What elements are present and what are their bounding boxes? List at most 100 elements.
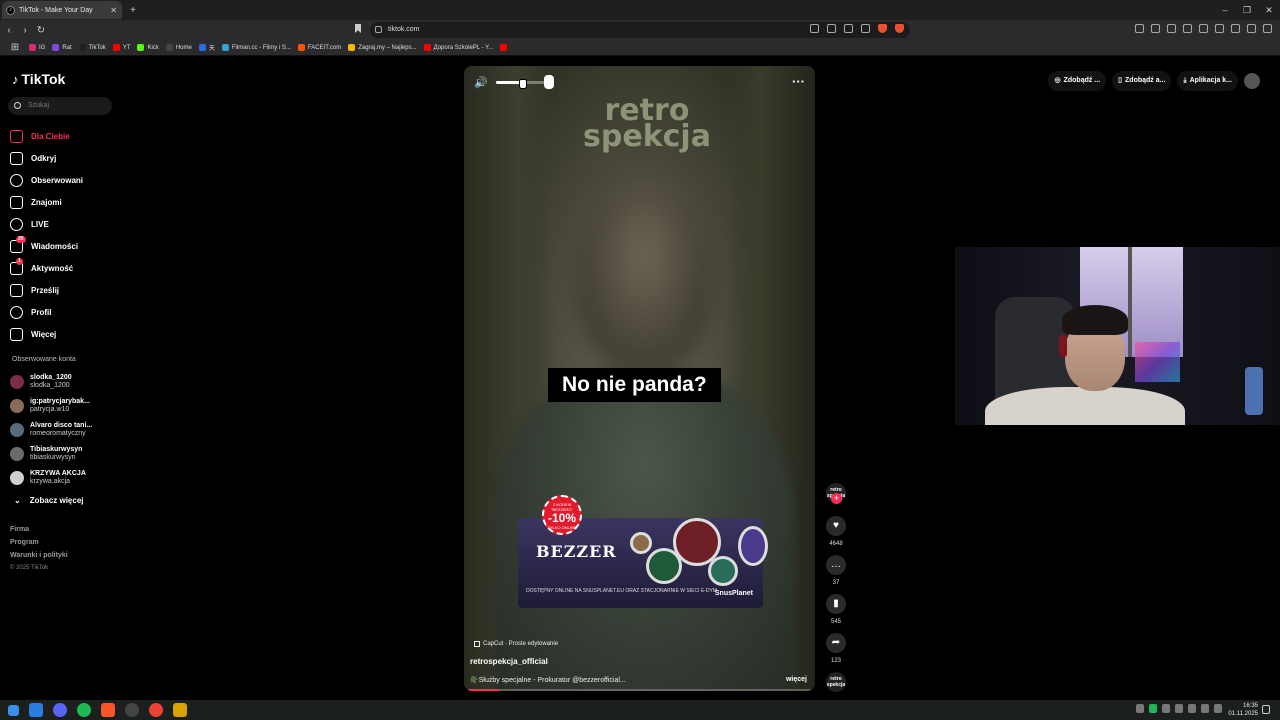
footer-link-program[interactable]: Program — [10, 539, 68, 552]
menu-icon[interactable] — [1263, 24, 1272, 33]
followed-account[interactable]: ig:patrycjarybak... patrycja.w10 — [10, 394, 92, 418]
nav-item[interactable]: LIVE — [10, 213, 83, 235]
see-more-button[interactable]: ⌄ Zobacz więcej — [14, 490, 92, 510]
followed-account[interactable]: Alvaro disco tani... romeoromatyczny — [10, 418, 92, 442]
like-button[interactable]: ♥ 4648 — [825, 516, 847, 547]
extension-icon[interactable] — [1151, 24, 1160, 33]
extension-icon[interactable] — [1231, 24, 1240, 33]
nav-item[interactable]: Odkryj — [10, 147, 83, 169]
close-tab-icon[interactable]: ✕ — [110, 6, 117, 15]
bookmark-label: 天 — [208, 46, 215, 52]
followed-account[interactable]: Tibiaskurwysyn tibiaskurwysyn — [10, 442, 92, 466]
share-icon[interactable] — [861, 24, 870, 33]
nav-item[interactable]: Profil — [10, 301, 83, 323]
tray-chevron-icon[interactable] — [1136, 704, 1144, 713]
follow-plus-icon[interactable]: + — [831, 493, 842, 504]
tray-app-icon[interactable] — [1162, 704, 1170, 713]
translate-icon[interactable] — [844, 24, 853, 33]
read-aloud-icon[interactable] — [810, 24, 819, 33]
bookmark-item[interactable]: Дорога SzkolePL - Y... — [423, 44, 493, 51]
restore-icon[interactable]: ❐ — [1236, 0, 1258, 20]
more-description-link[interactable]: więcej — [786, 676, 807, 683]
music-disc-avatar[interactable]: retro spekcja — [826, 672, 846, 692]
notifications-icon[interactable] — [1262, 705, 1270, 714]
nav-item[interactable]: 1 Aktywność — [10, 257, 83, 279]
new-tab-icon[interactable]: + — [130, 5, 136, 16]
reload-icon[interactable]: ↻ — [34, 25, 48, 36]
webcam-person-shirt — [985, 387, 1185, 425]
brave-browser-icon[interactable] — [101, 703, 115, 717]
comment-button[interactable]: … 37 — [825, 555, 847, 586]
bookmark-item[interactable]: FACEIT.com — [297, 44, 341, 51]
capcut-link[interactable]: CapCut · Proste edytowanie — [474, 641, 558, 647]
site-info-icon[interactable] — [375, 26, 382, 33]
bookmark-item[interactable]: 天 — [198, 43, 215, 52]
tray-app-icon[interactable] — [1175, 704, 1183, 713]
taskbar-app-icon[interactable] — [29, 703, 43, 717]
apps-grid-icon[interactable]: ⊞ — [8, 42, 22, 53]
bookmark-item[interactable]: YT — [112, 44, 130, 51]
save-button[interactable]: ▮ 545 — [825, 594, 847, 625]
extension-icon[interactable] — [1167, 24, 1176, 33]
extension-icon[interactable] — [1215, 24, 1224, 33]
nav-item[interactable]: Więcej — [10, 323, 83, 345]
obs-icon[interactable] — [125, 703, 139, 717]
spotify-icon[interactable] — [77, 703, 91, 717]
bookmark-item[interactable]: Zagraj.my – Najleps... — [348, 44, 417, 51]
more-options-icon[interactable]: ··· — [792, 74, 805, 89]
speaker-icon[interactable] — [1214, 704, 1222, 713]
taskbar-clock[interactable]: 16:35 01.11.2025 — [1228, 702, 1258, 718]
nav-item[interactable]: Obserwowani — [10, 169, 83, 191]
bookmark-item[interactable]: IG — [29, 44, 45, 51]
video-progress-fill — [468, 689, 499, 691]
brave-shields-icon[interactable] — [878, 24, 887, 33]
followed-account[interactable]: KRZYWA AKCJA krzywa.akcja — [10, 466, 92, 490]
extension-icon[interactable] — [1247, 24, 1256, 33]
extension-icon[interactable] — [1199, 24, 1208, 33]
bookmark-label: Kick — [147, 44, 159, 51]
get-coins-button[interactable]: ◎ Zdobądź ... — [1048, 71, 1107, 91]
search-input[interactable]: Szukaj — [8, 97, 112, 115]
webcam-person-hair — [1062, 305, 1128, 335]
nav-item[interactable]: 26 Wiadomości — [10, 235, 83, 257]
bookmark-item[interactable] — [500, 44, 510, 51]
bookmark-item[interactable]: Kick — [137, 44, 159, 51]
video-author[interactable]: retrospekcja_official — [470, 657, 548, 666]
share-button[interactable]: ➦ 123 — [825, 633, 847, 664]
bookmark-favicon-icon — [52, 44, 60, 51]
bookmark-item[interactable]: Home — [165, 44, 192, 51]
back-icon[interactable]: ‹ — [2, 25, 16, 36]
browser-tab[interactable]: ♪ TikTok - Make Your Day ✕ — [2, 1, 122, 19]
taskbar-app-icon[interactable] — [173, 703, 187, 717]
minimize-icon[interactable]: – — [1214, 0, 1236, 20]
user-avatar[interactable] — [1244, 73, 1260, 89]
get-app-button[interactable]: ▯ Zdobądź a... — [1112, 71, 1172, 91]
tiktok-logo[interactable]: ♪ TikTok — [12, 71, 65, 87]
nav-item[interactable]: Prześlij — [10, 279, 83, 301]
footer-link-terms[interactable]: Warunki i polityki — [10, 552, 68, 565]
volume-icon[interactable]: 🔊 — [474, 76, 494, 89]
bookmark-item[interactable]: TikTok — [78, 44, 106, 51]
video-player[interactable]: retro spekcja 🔊 ··· No nie panda? BEZZER… — [464, 66, 815, 691]
volume-slider-thumb[interactable] — [544, 75, 554, 89]
video-progress-bar[interactable] — [468, 689, 811, 691]
footer-link-company[interactable]: Firma — [10, 526, 68, 539]
extension-icon[interactable] — [1135, 24, 1144, 33]
extension-icon[interactable] — [1183, 24, 1192, 33]
desktop-app-button[interactable]: ⤓ Aplikacja k... — [1177, 71, 1238, 91]
forward-icon[interactable]: › — [18, 25, 32, 36]
brave-rewards-icon[interactable] — [895, 24, 904, 33]
close-window-icon[interactable]: ✕ — [1258, 0, 1280, 20]
network-icon[interactable] — [1201, 704, 1209, 713]
tray-app-icon[interactable] — [1188, 704, 1196, 713]
bookmark-item[interactable]: Filman.cc - Filmy i S... — [221, 44, 291, 51]
windows-start-icon[interactable] — [8, 704, 19, 716]
nav-item[interactable]: Dla Ciebie — [10, 125, 83, 147]
bookmark-item[interactable]: Rat — [52, 44, 72, 51]
nav-item[interactable]: Znajomi — [10, 191, 83, 213]
pip-icon[interactable] — [827, 24, 836, 33]
chrome-icon[interactable] — [149, 703, 163, 717]
discord-icon[interactable] — [53, 703, 67, 717]
followed-account[interactable]: slodka_1200 slodka_1200 — [10, 370, 92, 394]
tray-spotify-icon[interactable] — [1149, 704, 1157, 713]
